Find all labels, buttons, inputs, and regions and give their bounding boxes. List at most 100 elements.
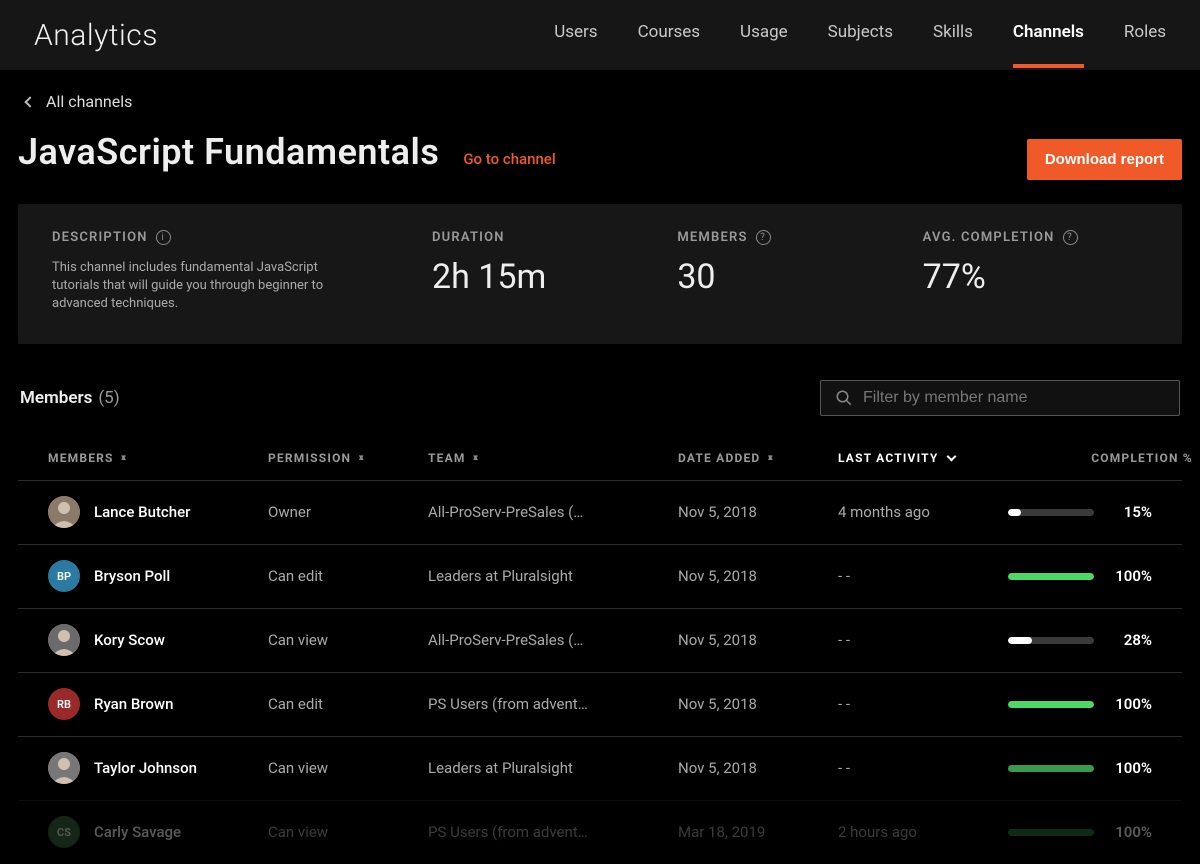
permission-cell: Owner [268, 503, 428, 521]
table-row[interactable]: BP Bryson Poll Can edit Leaders at Plura… [18, 544, 1182, 608]
date-added-cell: Nov 5, 2018 [678, 759, 838, 777]
members-header: Members (5) [18, 380, 1182, 416]
stat-duration: DURATION 2h 15m [432, 230, 657, 314]
title-row: JavaScript Fundamentals Go to channel Do… [18, 131, 1182, 180]
progress-bar [1008, 829, 1094, 836]
nav-tab-usage[interactable]: Usage [740, 22, 788, 48]
progress-bar [1008, 765, 1094, 772]
completion-percent: 100% [1108, 759, 1152, 777]
completion-percent: 100% [1108, 823, 1152, 841]
nav-tab-roles[interactable]: Roles [1124, 22, 1166, 48]
date-added-cell: Nov 5, 2018 [678, 631, 838, 649]
date-added-cell: Mar 18, 2019 [678, 823, 838, 841]
nav-tab-users[interactable]: Users [554, 22, 597, 48]
progress-fill [1008, 573, 1094, 580]
nav-tab-subjects[interactable]: Subjects [828, 22, 893, 48]
member-name: Kory Scow [94, 631, 165, 649]
stat-description: DESCRIPTION i This channel includes fund… [52, 230, 412, 314]
team-cell: PS Users (from advent… [428, 695, 678, 713]
table-row[interactable]: Kory Scow Can view All-ProServ-PreSales … [18, 608, 1182, 672]
permission-cell: Can edit [268, 567, 428, 585]
avatar [48, 496, 80, 528]
team-cell: PS Users (from advent… [428, 823, 678, 841]
last-activity-cell: 4 months ago [838, 503, 1008, 521]
col-completion[interactable]: COMPLETION % ▲▼ [1008, 451, 1200, 465]
member-cell: Lance Butcher [48, 496, 268, 528]
progress-fill [1008, 701, 1094, 708]
col-team[interactable]: TEAM ▲▼ [428, 451, 678, 465]
members-table: MEMBERS ▲▼ PERMISSION ▲▼ TEAM ▲▼ DATE AD… [18, 436, 1182, 864]
nav-tabs: Users Courses Usage Subjects Skills Channels R… [554, 22, 1166, 48]
breadcrumb-label: All channels [46, 92, 132, 111]
member-name: Carly Savage [94, 823, 181, 841]
duration-label: DURATION [432, 230, 657, 245]
brand-title: Analytics [34, 18, 158, 53]
stat-avg-completion: AVG. COMPLETION ? 77% [923, 230, 1148, 314]
progress-bar [1008, 637, 1094, 644]
nav-tab-skills[interactable]: Skills [933, 22, 973, 48]
search-icon [835, 389, 853, 407]
member-name: Taylor Johnson [94, 759, 197, 777]
col-permission[interactable]: PERMISSION ▲▼ [268, 451, 428, 465]
avg-completion-label: AVG. COMPLETION ? [923, 230, 1148, 245]
date-added-cell: Nov 5, 2018 [678, 503, 838, 521]
avatar: RB [48, 688, 80, 720]
table-row[interactable]: RB Ryan Brown Can edit PS Users (from ad… [18, 672, 1182, 736]
completion-cell: 100% [1008, 567, 1200, 585]
last-activity-cell: 2 hours ago [838, 823, 1008, 841]
member-cell: Kory Scow [48, 624, 268, 656]
member-name: Ryan Brown [94, 695, 173, 713]
permission-cell: Can view [268, 759, 428, 777]
members-label: MEMBERS ? [677, 230, 902, 245]
download-report-button[interactable]: Download report [1027, 139, 1182, 180]
member-name: Lance Butcher [94, 503, 190, 521]
progress-bar [1008, 573, 1094, 580]
progress-fill [1008, 509, 1021, 516]
table-row[interactable]: Lance Butcher Owner All-ProServ-PreSales… [18, 480, 1182, 544]
date-added-cell: Nov 5, 2018 [678, 567, 838, 585]
duration-value: 2h 15m [432, 257, 657, 297]
member-cell: BP Bryson Poll [48, 560, 268, 592]
progress-bar [1008, 701, 1094, 708]
page-title: JavaScript Fundamentals [18, 131, 439, 173]
stat-members: MEMBERS ? 30 [677, 230, 902, 314]
permission-cell: Can view [268, 631, 428, 649]
description-text: This channel includes fundamental JavaSc… [52, 259, 352, 314]
col-date-added[interactable]: DATE ADDED ▲▼ [678, 451, 838, 465]
avg-completion-value: 77% [923, 257, 1148, 297]
filter-box[interactable] [820, 380, 1180, 416]
top-bar: Analytics Users Courses Usage Subjects Skill… [0, 0, 1200, 70]
info-icon[interactable]: i [156, 230, 171, 245]
description-label: DESCRIPTION i [52, 230, 412, 245]
permission-cell: Can edit [268, 695, 428, 713]
table-row[interactable]: Taylor Johnson Can view Leaders at Plura… [18, 736, 1182, 800]
summary-card: DESCRIPTION i This channel includes fund… [18, 204, 1182, 344]
member-name: Bryson Poll [94, 567, 170, 585]
help-icon[interactable]: ? [1063, 230, 1078, 245]
avatar [48, 624, 80, 656]
help-icon[interactable]: ? [756, 230, 771, 245]
nav-tab-channels[interactable]: Channels [1013, 22, 1084, 48]
member-cell: RB Ryan Brown [48, 688, 268, 720]
last-activity-cell: - - [838, 695, 1008, 713]
filter-input[interactable] [863, 389, 1165, 407]
breadcrumb-back[interactable]: All channels [26, 92, 1182, 111]
last-activity-cell: - - [838, 567, 1008, 585]
last-activity-cell: - - [838, 631, 1008, 649]
progress-bar [1008, 509, 1094, 516]
members-value: 30 [677, 257, 902, 297]
col-last-activity[interactable]: LAST ACTIVITY [838, 451, 1008, 465]
nav-tab-courses[interactable]: Courses [638, 22, 700, 48]
completion-cell: 100% [1008, 759, 1200, 777]
last-activity-cell: - - [838, 759, 1008, 777]
go-to-channel-link[interactable]: Go to channel [463, 150, 555, 168]
completion-cell: 100% [1008, 823, 1200, 841]
chevron-down-icon [947, 451, 957, 461]
col-members[interactable]: MEMBERS ▲▼ [48, 451, 268, 465]
members-count: (5) [98, 388, 119, 408]
progress-fill [1008, 829, 1094, 836]
team-cell: All-ProServ-PreSales (… [428, 631, 678, 649]
table-header: MEMBERS ▲▼ PERMISSION ▲▼ TEAM ▲▼ DATE AD… [18, 436, 1182, 480]
completion-percent: 15% [1108, 503, 1152, 521]
progress-fill [1008, 637, 1032, 644]
